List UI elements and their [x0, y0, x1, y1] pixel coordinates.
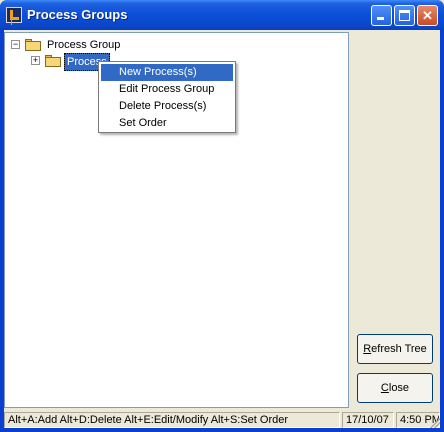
button-panel: Refresh Tree Close: [350, 32, 440, 408]
refresh-label: efresh Tree: [371, 343, 427, 355]
status-shortcuts: Alt+A:Add Alt+D:Delete Alt+E:Edit/Modify…: [4, 412, 340, 428]
tree-node-label[interactable]: Process Group: [47, 37, 120, 53]
menu-item-edit-process-group[interactable]: Edit Process Group: [101, 81, 233, 98]
window-title: Process Groups: [27, 7, 128, 22]
menu-item-delete-process[interactable]: Delete Process(s): [101, 98, 233, 115]
tree-node-process-group[interactable]: − Process Group: [5, 37, 345, 53]
folder-icon: [25, 39, 41, 51]
close-mnemonic: C: [380, 382, 389, 394]
status-date: 17/10/07: [342, 412, 394, 428]
maximize-icon: [399, 10, 410, 21]
minimize-icon: [377, 17, 384, 20]
app-icon[interactable]: [6, 7, 22, 23]
process-groups-window: Process Groups ✕ − Process Group + Proce…: [0, 0, 444, 432]
close-label: lose: [388, 382, 410, 394]
process-tree[interactable]: − Process Group + Process New Process(s)…: [4, 32, 349, 408]
menu-item-set-order[interactable]: Set Order: [101, 115, 233, 132]
status-bar: Alt+A:Add Alt+D:Delete Alt+E:Edit/Modify…: [4, 412, 440, 428]
refresh-mnemonic: R: [363, 343, 372, 355]
close-button[interactable]: Close: [357, 373, 433, 403]
collapse-icon[interactable]: −: [11, 40, 20, 49]
expand-icon[interactable]: +: [31, 56, 40, 65]
title-bar[interactable]: Process Groups ✕: [0, 0, 444, 30]
client-area: − Process Group + Process New Process(s)…: [4, 30, 440, 428]
maximize-button[interactable]: [394, 5, 415, 26]
open-folder-icon: [45, 55, 61, 67]
refresh-tree-button[interactable]: Refresh Tree: [357, 334, 433, 364]
close-window-button[interactable]: ✕: [417, 5, 438, 26]
minimize-button[interactable]: [371, 5, 392, 26]
context-menu: New Process(s) Edit Process Group Delete…: [98, 61, 236, 133]
close-icon: ✕: [422, 8, 433, 23]
resize-grip[interactable]: [430, 418, 440, 428]
menu-item-new-process[interactable]: New Process(s): [101, 64, 233, 81]
